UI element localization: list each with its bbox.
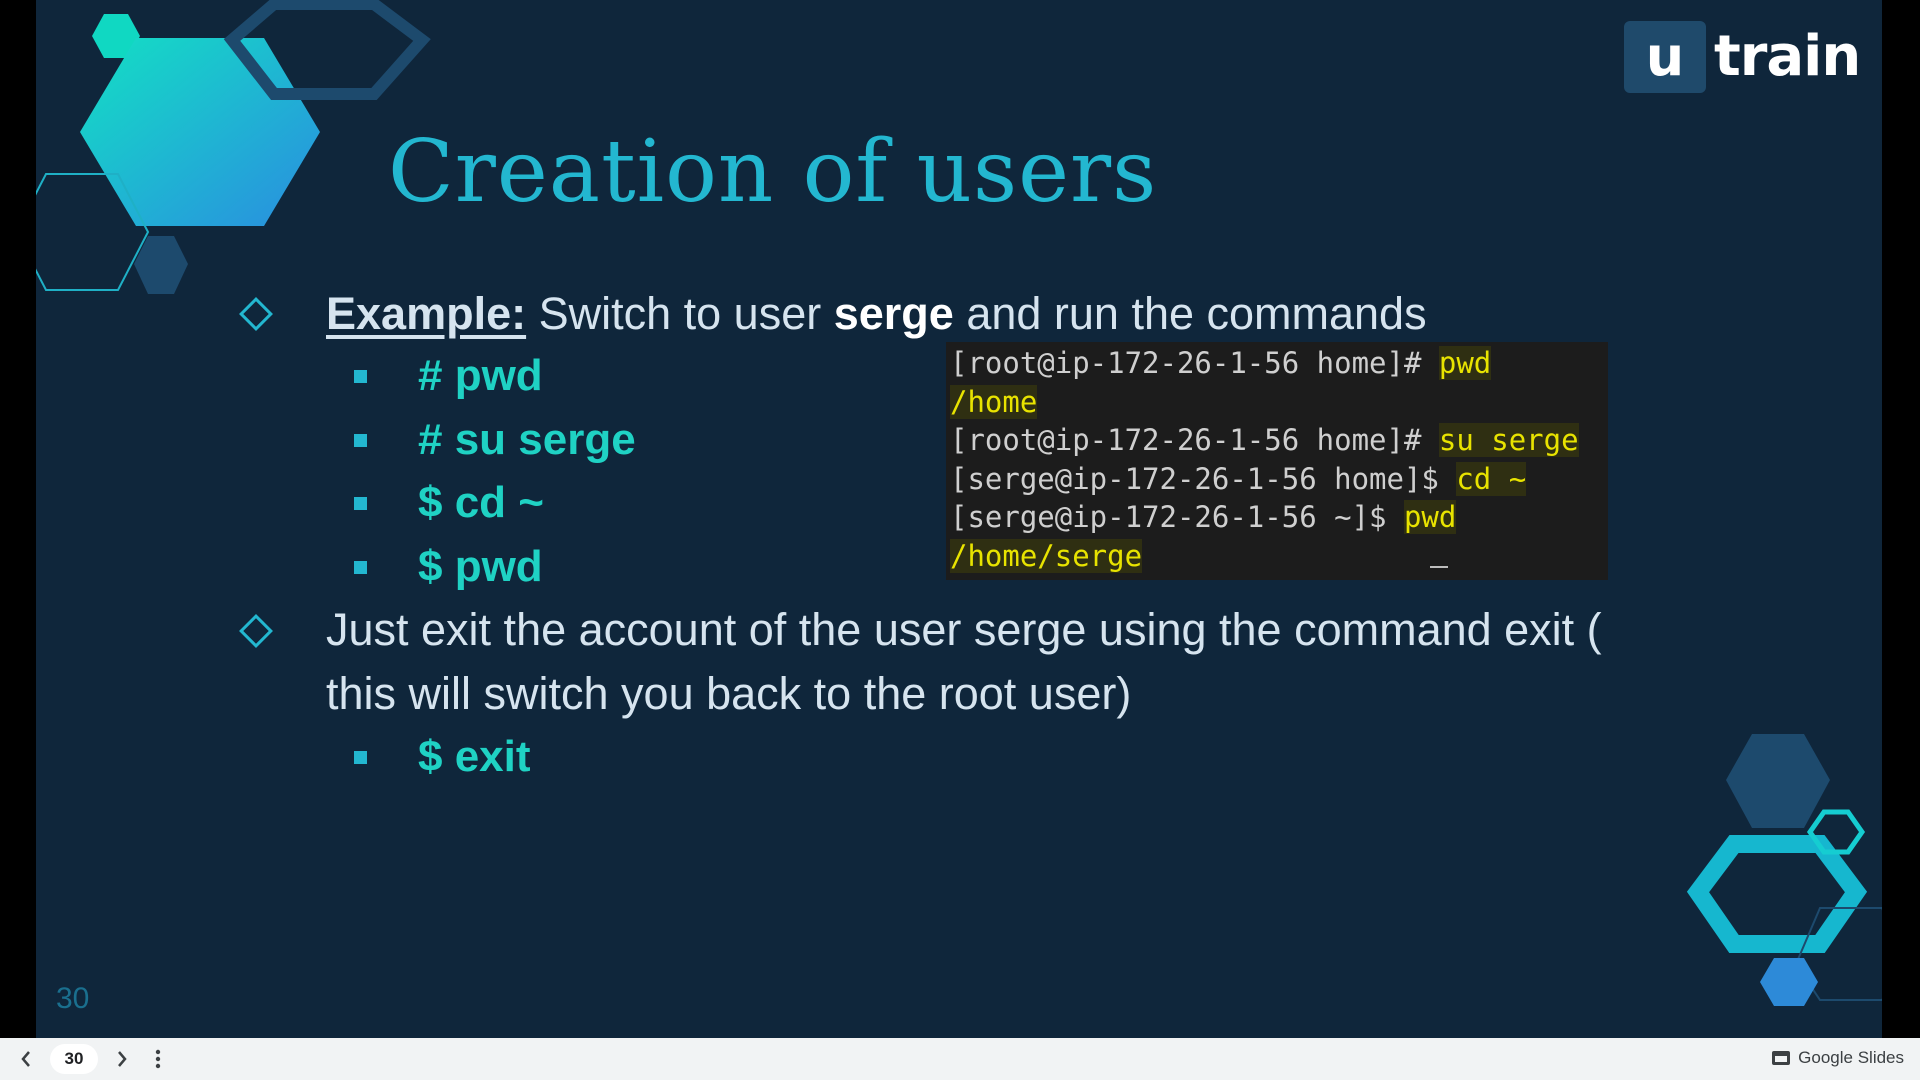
- hexagon-outline-small: [1806, 809, 1866, 855]
- chevron-right-icon[interactable]: [110, 1046, 134, 1072]
- command-item: $ cd ~: [418, 478, 544, 527]
- utrain-logo: u train: [1624, 21, 1861, 93]
- bullet-text-a: Switch to user: [526, 288, 834, 339]
- square-bullet-icon: [354, 370, 367, 383]
- slide-number: 30: [56, 982, 90, 1015]
- command-item: # su serge: [418, 415, 636, 464]
- command-item: $ pwd: [418, 542, 543, 591]
- terminal-line: [root@ip-172-26-1-56 home]# su serge: [950, 423, 1579, 457]
- square-bullet-icon: [354, 497, 367, 510]
- example-label: Example:: [326, 288, 527, 339]
- bullet-exit-line2: this will switch you back to the root us…: [326, 668, 1132, 719]
- terminal-line: /home/serge: [950, 538, 1143, 573]
- terminal-screenshot: [root@ip-172-26-1-56 home]# pwd /home [r…: [946, 342, 1608, 580]
- terminal-cursor: [1430, 566, 1448, 568]
- square-bullet-icon: [354, 751, 367, 764]
- bullet-exit-line1: Just exit the account of the user serge …: [326, 604, 1602, 655]
- bullet-example: Example: Switch to user serge and run th…: [326, 282, 1427, 346]
- slide-title: Creation of users: [388, 122, 1158, 222]
- viewer-toolbar: 30 Google Slides: [0, 1038, 1920, 1080]
- slides-icon: [1772, 1051, 1791, 1065]
- hexagon-blue-small: [1760, 958, 1818, 1006]
- terminal-line: /home: [950, 384, 1038, 419]
- logo-mark: u: [1624, 21, 1706, 93]
- brand-label: Google Slides: [1798, 1048, 1904, 1067]
- hexagon-outline-cyan: [1686, 835, 1868, 953]
- command-item: $ exit: [418, 732, 531, 781]
- bullet-text-b: and run the commands: [953, 288, 1427, 339]
- google-slides-link[interactable]: Google Slides: [1772, 1048, 1904, 1068]
- slide: u train Creation of users Example: Switc…: [36, 0, 1882, 1038]
- logo-word: train: [1714, 24, 1861, 89]
- bullet-bold-user: serge: [833, 288, 954, 339]
- more-vert-icon[interactable]: [146, 1046, 170, 1072]
- command-item: # pwd: [418, 351, 543, 400]
- terminal-line: [serge@ip-172-26-1-56 home]$ cd ~: [950, 461, 1527, 496]
- hexagon-gradient-large: [80, 38, 320, 226]
- chevron-left-icon[interactable]: [14, 1046, 38, 1072]
- square-bullet-icon: [354, 434, 367, 447]
- page-number-input[interactable]: 30: [50, 1044, 98, 1074]
- terminal-line: [serge@ip-172-26-1-56 ~]$ pwd: [950, 500, 1457, 534]
- square-bullet-icon: [354, 561, 367, 574]
- hexagon-dark-large: [1726, 734, 1830, 828]
- terminal-line: [root@ip-172-26-1-56 home]# pwd: [950, 346, 1492, 380]
